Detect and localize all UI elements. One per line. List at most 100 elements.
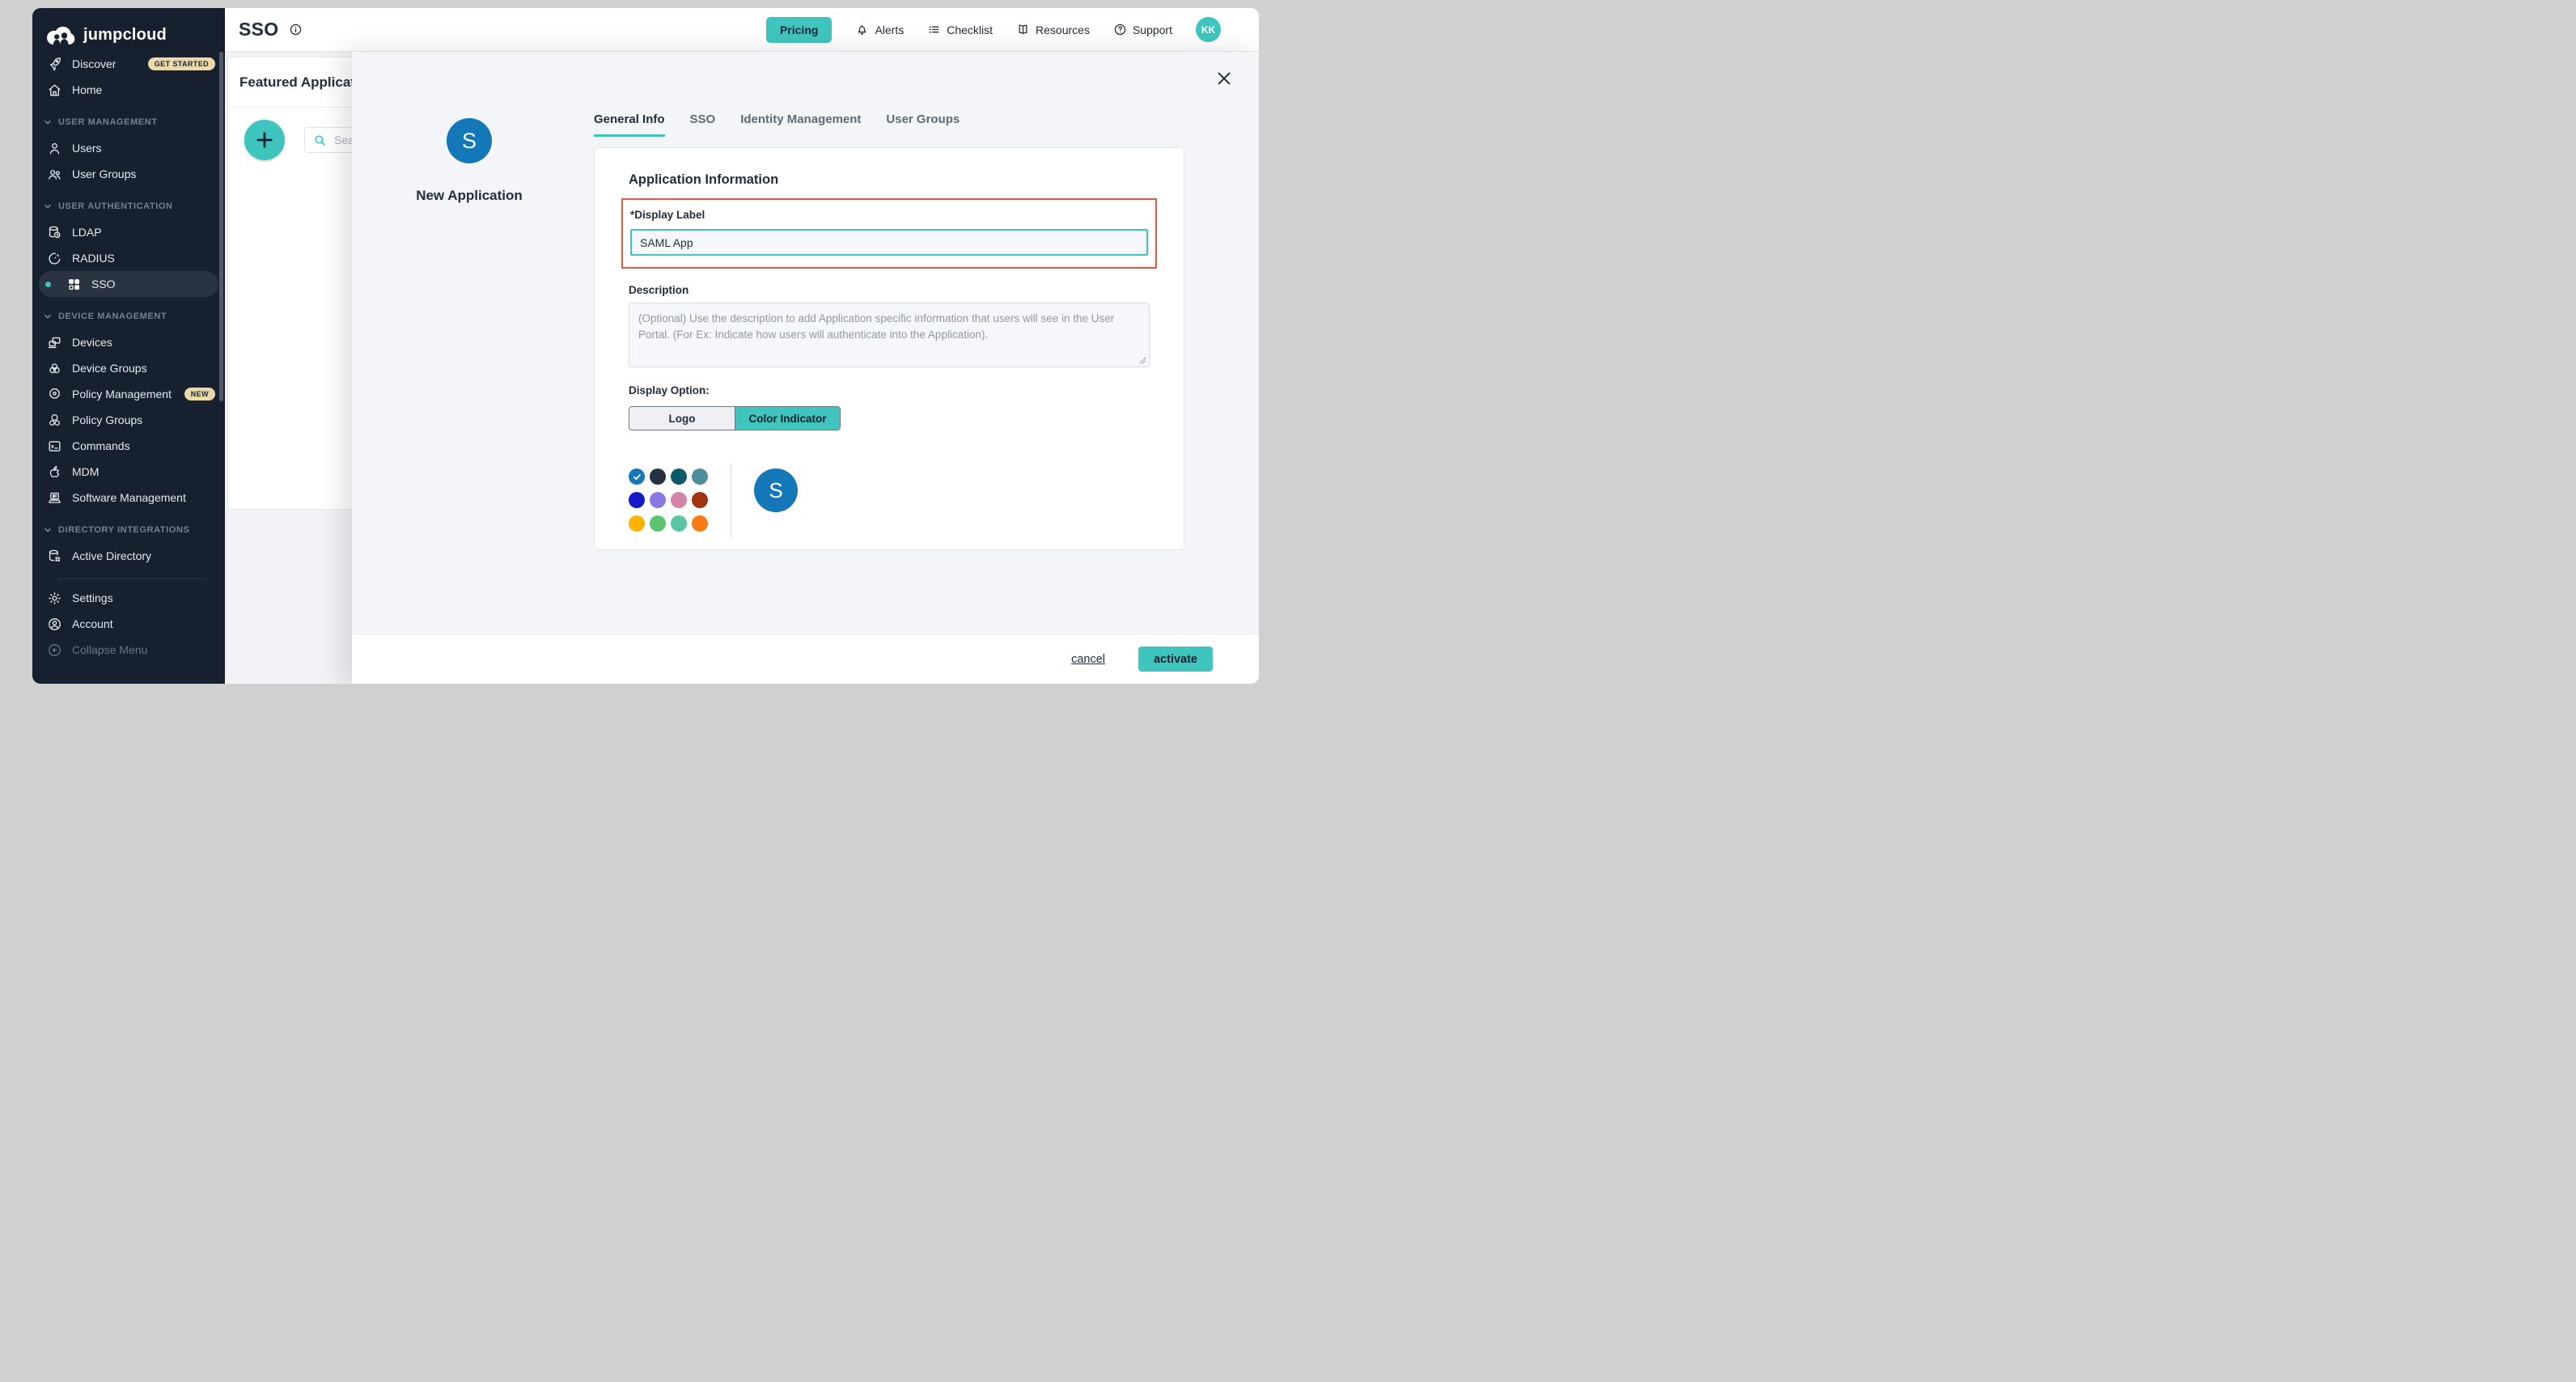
- jumpcloud-wordmark: jumpcloud: [83, 26, 167, 45]
- color-swatch[interactable]: [650, 492, 666, 508]
- activate-button[interactable]: activate: [1138, 646, 1213, 672]
- checklist-button[interactable]: Checklist: [927, 23, 993, 36]
- color-swatch[interactable]: [650, 515, 666, 532]
- collapse-arrow-icon: [47, 642, 62, 658]
- section-device-management[interactable]: DEVICE MANAGEMENT: [32, 308, 225, 324]
- sidebar-item-label: Active Directory: [72, 549, 151, 562]
- sidebar-item-devices[interactable]: Devices: [32, 329, 225, 355]
- info-icon[interactable]: [289, 23, 303, 36]
- card-heading: Application Information: [629, 172, 1150, 188]
- color-swatch[interactable]: [671, 515, 687, 532]
- display-label-label: *Display Label: [630, 209, 705, 221]
- modal-content: General Info SSO Identity Management Use…: [587, 52, 1259, 684]
- sidebar-item-active-directory[interactable]: Active Directory: [32, 543, 225, 569]
- account-icon: [47, 617, 62, 632]
- sidebar-item-label: RADIUS: [72, 252, 115, 265]
- color-indicator-option[interactable]: Color Indicator: [735, 407, 840, 430]
- apple-icon: [47, 464, 62, 480]
- sidebar-item-software-management[interactable]: Software Management: [32, 485, 225, 511]
- tab-user-groups[interactable]: User Groups: [886, 112, 960, 137]
- checklist-icon: [927, 23, 941, 36]
- sidebar-item-user-groups[interactable]: User Groups: [32, 161, 225, 187]
- new-application-modal: S New Application General Info SSO Ident…: [352, 52, 1259, 684]
- cancel-button[interactable]: cancel: [1071, 653, 1105, 666]
- color-swatch[interactable]: [692, 468, 708, 485]
- color-swatch-grid: [629, 468, 708, 532]
- new-badge: NEW: [184, 388, 215, 401]
- color-swatch[interactable]: [629, 515, 645, 532]
- sidebar-item-label: LDAP: [72, 226, 102, 239]
- plus-icon: [254, 129, 275, 150]
- support-button[interactable]: Support: [1113, 23, 1172, 36]
- color-swatch[interactable]: [671, 468, 687, 485]
- sidebar-item-policy-groups[interactable]: Policy Groups: [32, 407, 225, 433]
- modal-body: S New Application General Info SSO Ident…: [352, 52, 1259, 684]
- display-option-toggle: Logo Color Indicator: [629, 406, 841, 430]
- alerts-button[interactable]: Alerts: [855, 23, 904, 36]
- sidebar-item-policy-management[interactable]: Policy Management NEW: [32, 381, 225, 407]
- close-icon[interactable]: [1215, 70, 1233, 87]
- tab-sso[interactable]: SSO: [690, 112, 716, 137]
- sidebar-item-label: Users: [72, 142, 102, 155]
- chevron-down-icon: [44, 526, 52, 534]
- color-swatch[interactable]: [692, 492, 708, 508]
- user-icon: [47, 141, 62, 156]
- resize-handle-icon[interactable]: [1139, 357, 1146, 364]
- sidebar-item-users[interactable]: Users: [32, 135, 225, 161]
- sidebar-item-label: Device Groups: [72, 362, 147, 375]
- sidebar-item-radius[interactable]: RADIUS: [32, 245, 225, 271]
- sidebar-item-label: Policy Groups: [72, 413, 142, 426]
- sidebar-scrollbar[interactable]: [219, 52, 223, 401]
- sidebar-item-sso[interactable]: SSO: [39, 271, 218, 297]
- sidebar-item-commands[interactable]: Commands: [32, 433, 225, 459]
- jumpcloud-logo[interactable]: jumpcloud: [32, 8, 225, 49]
- book-icon: [1016, 23, 1030, 36]
- sidebar-item-discover[interactable]: Discover GET STARTED: [32, 51, 225, 77]
- display-label-input[interactable]: [630, 229, 1148, 256]
- sidebar-item-settings[interactable]: Settings: [32, 585, 225, 611]
- tab-identity-management[interactable]: Identity Management: [740, 112, 861, 137]
- content-area: Featured Applications: [225, 52, 1259, 684]
- software-management-icon: [47, 490, 62, 506]
- resources-button[interactable]: Resources: [1016, 23, 1090, 36]
- sidebar-nav: Discover GET STARTED Home USER MANAGEMEN…: [32, 51, 225, 569]
- pricing-button[interactable]: Pricing: [766, 17, 832, 43]
- tab-general-info[interactable]: General Info: [594, 112, 665, 137]
- sidebar-item-mdm[interactable]: MDM: [32, 459, 225, 485]
- description-field-wrap: [629, 303, 1150, 367]
- color-swatch-selected[interactable]: [629, 468, 645, 485]
- sidebar-item-label: Commands: [72, 439, 130, 452]
- add-application-button[interactable]: [244, 120, 285, 160]
- bell-icon: [855, 23, 869, 36]
- check-icon: [629, 468, 645, 485]
- sidebar-item-collapse-menu[interactable]: Collapse Menu: [32, 637, 225, 663]
- color-swatch[interactable]: [650, 468, 666, 485]
- color-swatch[interactable]: [671, 492, 687, 508]
- sidebar-item-label: Collapse Menu: [72, 643, 147, 656]
- chevron-down-icon: [44, 118, 52, 126]
- color-preview-circle: S: [754, 468, 798, 512]
- sidebar-item-label: Settings: [72, 591, 113, 604]
- user-avatar[interactable]: KK: [1196, 17, 1221, 42]
- devices-icon: [47, 335, 62, 350]
- application-summary: S New Application: [352, 52, 587, 684]
- sidebar-item-label: Software Management: [72, 491, 186, 504]
- section-directory-integrations[interactable]: DIRECTORY INTEGRATIONS: [32, 522, 225, 538]
- sidebar-item-home[interactable]: Home: [32, 77, 225, 103]
- page-title: SSO: [239, 19, 278, 40]
- sidebar-item-device-groups[interactable]: Device Groups: [32, 355, 225, 381]
- section-user-management[interactable]: USER MANAGEMENT: [32, 114, 225, 130]
- user-groups-icon: [47, 167, 62, 182]
- color-swatch[interactable]: [629, 492, 645, 508]
- modal-tabs: General Info SSO Identity Management Use…: [594, 112, 1193, 137]
- sidebar-item-account[interactable]: Account: [32, 611, 225, 637]
- description-textarea[interactable]: [629, 303, 1150, 367]
- color-swatch[interactable]: [692, 515, 708, 532]
- sidebar-item-label: Account: [72, 617, 113, 630]
- ldap-database-icon: [47, 225, 62, 240]
- app-window: jumpcloud Discover GET STARTED: [32, 8, 1259, 684]
- sidebar-item-ldap[interactable]: LDAP: [32, 219, 225, 245]
- section-user-authentication[interactable]: USER AUTHENTICATION: [32, 198, 225, 214]
- logo-option[interactable]: Logo: [629, 407, 735, 430]
- home-icon: [47, 83, 62, 98]
